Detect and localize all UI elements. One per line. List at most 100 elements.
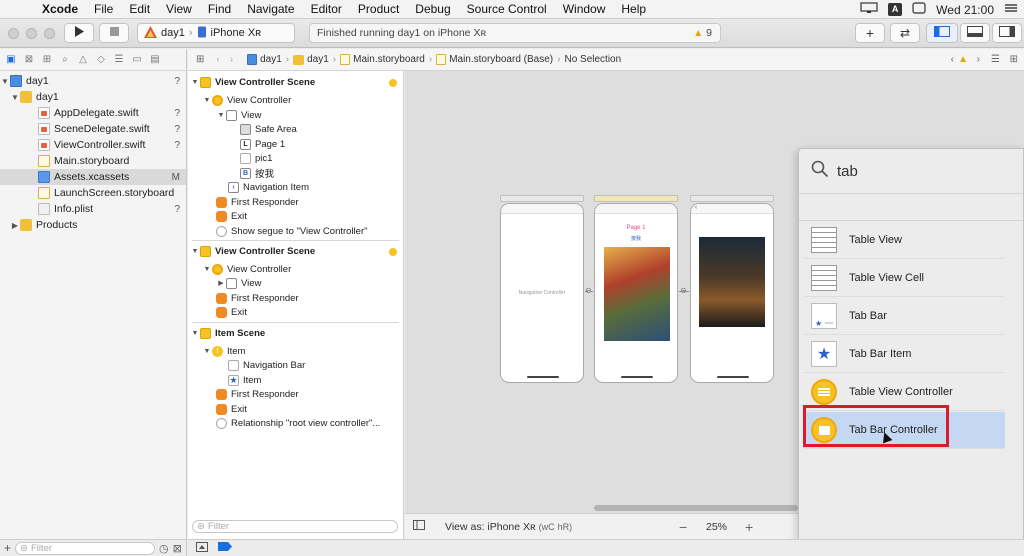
outline-navigation-item[interactable]: ‹ Navigation Item xyxy=(188,180,403,194)
display-icon[interactable] xyxy=(860,2,878,17)
run-button[interactable] xyxy=(64,23,94,43)
tree-item-appdelegate[interactable]: AppDelegate.swift ? xyxy=(0,105,186,121)
tree-item-infoplist[interactable]: Info.plist ? xyxy=(0,201,186,217)
test-tab-icon[interactable]: ◇ xyxy=(94,53,108,67)
issue-next-icon[interactable]: › xyxy=(977,54,980,65)
toggle-inspector-button[interactable] xyxy=(992,23,1022,43)
disclosure-closed-icon[interactable]: ▶ xyxy=(10,221,20,230)
scene-dock[interactable] xyxy=(690,195,774,202)
menu-app-name[interactable]: Xcode xyxy=(34,2,86,16)
source-control-tab-icon[interactable]: ⊠ xyxy=(22,53,36,67)
zoom-window-button[interactable] xyxy=(44,28,55,39)
outline-view-2[interactable]: ▶ View xyxy=(188,276,403,290)
breadcrumb-group[interactable]: day1 xyxy=(293,54,329,65)
close-window-button[interactable] xyxy=(8,28,19,39)
menu-file[interactable]: File xyxy=(86,2,121,16)
outline-view-controller-2[interactable]: ▼ View Controller xyxy=(188,262,403,276)
menu-debug[interactable]: Debug xyxy=(407,2,458,16)
outline-button[interactable]: B 按我 xyxy=(188,166,403,180)
scene-dock[interactable] xyxy=(594,195,678,202)
menu-product[interactable]: Product xyxy=(350,2,407,16)
library-button[interactable]: + xyxy=(855,23,885,43)
segue-icon[interactable]: ⊖ xyxy=(680,286,687,295)
menu-find[interactable]: Find xyxy=(200,2,239,16)
recent-files-icon[interactable]: ◷ xyxy=(159,542,169,555)
library-item-tab-bar[interactable]: ★ Tab Bar xyxy=(803,298,1005,335)
zoom-level[interactable]: 25% xyxy=(706,521,727,533)
toggle-debug-area-button[interactable] xyxy=(960,23,990,43)
disclosure-open-icon[interactable]: ▼ xyxy=(216,112,226,119)
outline-scene-1[interactable]: ▼ View Controller Scene xyxy=(188,75,403,90)
outline-image-pic1[interactable]: pic1 xyxy=(188,151,403,165)
outline-exit-2[interactable]: Exit xyxy=(188,305,403,319)
input-source-icon[interactable]: A xyxy=(888,3,903,16)
disclosure-closed-icon[interactable]: ▶ xyxy=(216,279,226,287)
outline-relationship[interactable]: Relationship "root view controller"... xyxy=(188,416,403,430)
breadcrumb-file[interactable]: Main.storyboard xyxy=(340,54,425,65)
library-item-table-view[interactable]: Table View xyxy=(803,222,1005,259)
disclosure-open-icon[interactable]: ▼ xyxy=(10,93,20,102)
outline-scene-2[interactable]: ▼ View Controller Scene xyxy=(188,244,403,259)
add-icon[interactable]: + xyxy=(4,541,11,555)
disclosure-open-icon[interactable]: ▼ xyxy=(190,330,200,337)
debug-tab-icon[interactable]: ☰ xyxy=(112,53,126,67)
breadcrumb-selection[interactable]: No Selection xyxy=(564,54,621,65)
zoom-out-button[interactable]: − xyxy=(679,519,687,535)
canvas-horizontal-scrollbar[interactable] xyxy=(594,505,798,511)
tree-item-scenedelegate[interactable]: SceneDelegate.swift ? xyxy=(0,121,186,137)
navigation-controller-scene[interactable]: Navigation Controller xyxy=(500,203,584,383)
menu-edit[interactable]: Edit xyxy=(121,2,158,16)
outline-filter-input[interactable]: ⊜ Filter xyxy=(192,520,398,533)
stop-button[interactable] xyxy=(99,23,129,43)
outline-view-controller[interactable]: ▼ View Controller xyxy=(188,93,403,107)
view-as-device-button[interactable]: View as: iPhone Xʀ (wC hR) xyxy=(445,521,572,533)
library-search-field[interactable]: tab xyxy=(799,149,1023,194)
hide-debug-area-icon[interactable] xyxy=(196,541,208,555)
breadcrumb-project[interactable]: day1 xyxy=(247,54,282,65)
document-outline-toggle-icon[interactable] xyxy=(413,520,425,533)
outline-first-responder[interactable]: First Responder xyxy=(188,195,403,209)
tree-item-main-storyboard[interactable]: Main.storyboard xyxy=(0,153,186,169)
disclosure-open-icon[interactable]: ▼ xyxy=(202,348,212,355)
outline-view[interactable]: ▼ View xyxy=(188,108,403,122)
menu-view[interactable]: View xyxy=(158,2,200,16)
scene-dock[interactable] xyxy=(500,195,584,202)
control-center-icon[interactable] xyxy=(912,2,926,17)
outline-tab-item[interactable]: ★ Item xyxy=(188,373,403,387)
scheme-selector[interactable]: day1 › iPhone Xʀ xyxy=(137,23,295,43)
folder-tab-icon[interactable]: ▣ xyxy=(4,53,18,67)
disclosure-open-icon[interactable]: ▼ xyxy=(0,77,10,86)
tree-item-group-day1[interactable]: ▼ day1 xyxy=(0,89,186,105)
adjust-editor-icon[interactable]: ☰ xyxy=(991,54,1000,65)
breakpoint-tab-icon[interactable]: ▭ xyxy=(130,53,144,67)
zoom-in-button[interactable]: + xyxy=(745,519,753,535)
back-arrow-icon[interactable]: ‹ xyxy=(216,54,219,65)
disclosure-open-icon[interactable]: ▼ xyxy=(190,79,200,86)
tree-item-products[interactable]: ▶ Products xyxy=(0,217,186,233)
find-tab-icon[interactable]: ⌕ xyxy=(58,53,72,67)
symbol-tab-icon[interactable]: ⊞ xyxy=(40,53,54,67)
navigator-filter-input[interactable]: ⊜ Filter xyxy=(15,541,156,555)
breadcrumb-localization[interactable]: Main.storyboard (Base) xyxy=(436,54,553,65)
menu-window[interactable]: Window xyxy=(555,2,614,16)
second-view-controller-scene[interactable]: ‹ xyxy=(690,203,774,383)
menu-help[interactable]: Help xyxy=(613,2,654,16)
outline-exit[interactable]: Exit xyxy=(188,209,403,223)
outline-label-page1[interactable]: L Page 1 xyxy=(188,137,403,151)
outline-item[interactable]: ▼ ! Item xyxy=(188,344,403,358)
issue-tab-icon[interactable]: △ xyxy=(76,53,90,67)
disclosure-open-icon[interactable]: ▼ xyxy=(202,97,212,104)
minimize-window-button[interactable] xyxy=(26,28,37,39)
tree-item-project[interactable]: ▼ day1 ? xyxy=(0,73,186,89)
add-editor-icon[interactable]: ⊞ xyxy=(1010,54,1018,65)
scm-filter-icon[interactable]: ⊠ xyxy=(173,542,182,555)
related-items-icon[interactable]: ⊞ xyxy=(196,54,204,65)
outline-first-responder-3[interactable]: First Responder xyxy=(188,387,403,401)
outline-navigation-bar[interactable]: Navigation Bar xyxy=(188,358,403,372)
breakpoints-toggle-icon[interactable] xyxy=(218,542,232,554)
menu-source-control[interactable]: Source Control xyxy=(459,2,555,16)
report-tab-icon[interactable]: ▤ xyxy=(148,53,162,67)
tree-item-launchscreen[interactable]: LaunchScreen.storyboard xyxy=(0,185,186,201)
view-controller-scene[interactable]: Page 1 按我 xyxy=(594,203,678,383)
library-item-table-view-cell[interactable]: Table View Cell xyxy=(803,260,1005,297)
